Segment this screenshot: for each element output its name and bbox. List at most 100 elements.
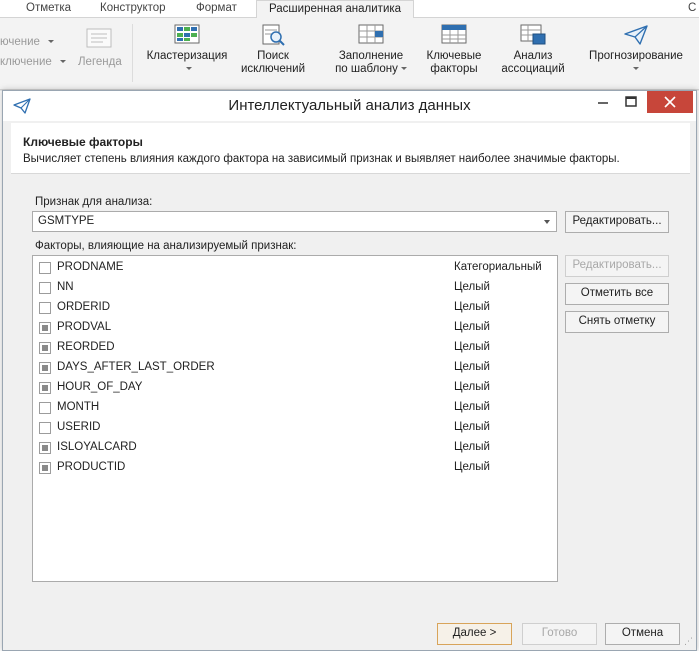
factor-type: Целый bbox=[454, 461, 490, 473]
association-icon bbox=[520, 24, 546, 45]
factor-name: MONTH bbox=[57, 401, 100, 413]
ribbon: ючение ключение Легенда Кластеризация По… bbox=[0, 18, 699, 90]
tab-format[interactable]: Формат bbox=[196, 0, 237, 18]
factor-row[interactable]: ORDERID Целый bbox=[33, 298, 555, 318]
target-label: Признак для анализа: bbox=[35, 196, 153, 208]
factor-row[interactable]: ISLOYALCARD Целый bbox=[33, 438, 555, 458]
chevron-down-icon bbox=[633, 67, 639, 71]
factor-row[interactable]: PRODNAME Категориальный bbox=[33, 258, 555, 278]
factor-type: Категориальный bbox=[454, 261, 542, 273]
factor-checkbox[interactable] bbox=[39, 382, 51, 394]
target-select-value: GSMTYPE bbox=[38, 215, 95, 227]
factor-checkbox[interactable] bbox=[39, 342, 51, 354]
legend-button[interactable]: Легенда bbox=[78, 56, 122, 68]
check-all-button[interactable]: Отметить все bbox=[565, 283, 669, 305]
clustering-label: Кластеризация bbox=[146, 50, 228, 62]
uncheck-button[interactable]: Снять отметку bbox=[565, 311, 669, 333]
cancel-button[interactable]: Отмена bbox=[605, 623, 680, 645]
resize-grip-icon[interactable]: ⋰ bbox=[684, 636, 693, 647]
factor-row[interactable]: USERID Целый bbox=[33, 418, 555, 438]
factor-checkbox[interactable] bbox=[39, 442, 51, 454]
factor-row[interactable]: MONTH Целый bbox=[33, 398, 555, 418]
factor-name: DAYS_AFTER_LAST_ORDER bbox=[57, 361, 215, 373]
factor-checkbox[interactable] bbox=[39, 362, 51, 374]
factor-name: PRODNAME bbox=[57, 261, 124, 273]
finish-button[interactable]: Готово bbox=[522, 623, 597, 645]
dialog-titlebar[interactable]: Интеллектуальный анализ данных bbox=[3, 91, 696, 121]
factor-type: Целый bbox=[454, 421, 490, 433]
factor-row[interactable]: REORDED Целый bbox=[33, 338, 555, 358]
wizard-step-description: Вычисляет степень влияния каждого фактор… bbox=[23, 153, 620, 165]
factor-row[interactable]: NN Целый bbox=[33, 278, 555, 298]
paper-plane-icon bbox=[624, 25, 648, 45]
clustering-button[interactable]: Кластеризация bbox=[144, 24, 230, 76]
factor-type: Целый bbox=[454, 361, 490, 373]
legend-label: Легенда bbox=[78, 56, 122, 68]
wizard-footer: Далее > Готово Отмена ⋰ bbox=[3, 603, 696, 650]
factor-checkbox[interactable] bbox=[39, 462, 51, 474]
factor-name: ISLOYALCARD bbox=[57, 441, 137, 453]
factor-row[interactable]: PRODUCTID Целый bbox=[33, 458, 555, 478]
ribbon-item-partial-1-label: ючение bbox=[0, 36, 40, 48]
factor-name: PRODVAL bbox=[57, 321, 112, 333]
factor-type: Целый bbox=[454, 281, 490, 293]
fill-by-pattern-label-1: Заполнение bbox=[338, 50, 404, 62]
chevron-down-icon bbox=[400, 67, 407, 71]
factor-row[interactable]: DAYS_AFTER_LAST_ORDER Целый bbox=[33, 358, 555, 378]
factor-checkbox[interactable] bbox=[39, 282, 51, 294]
factor-checkbox[interactable] bbox=[39, 422, 51, 434]
association-analysis-button[interactable]: Анализ ассоциаций bbox=[496, 24, 570, 76]
factor-type: Целый bbox=[454, 301, 490, 313]
minimize-icon bbox=[598, 102, 608, 104]
factor-type: Целый bbox=[454, 441, 490, 453]
factor-name: USERID bbox=[57, 421, 101, 433]
factor-type: Целый bbox=[454, 321, 490, 333]
factor-name: PRODUCTID bbox=[57, 461, 126, 473]
next-button[interactable]: Далее > bbox=[437, 623, 512, 645]
edit-factor-button[interactable]: Редактировать... bbox=[565, 255, 669, 277]
tab-advanced-analytics[interactable]: Расширенная аналитика bbox=[256, 0, 415, 19]
ribbon-separator bbox=[132, 24, 133, 82]
tab-mark[interactable]: Отметка bbox=[26, 0, 71, 18]
chevron-down-icon bbox=[185, 67, 192, 71]
legend-icon bbox=[86, 28, 112, 48]
factor-checkbox[interactable] bbox=[39, 322, 51, 334]
target-select[interactable]: GSMTYPE bbox=[32, 211, 557, 232]
chevron-down-icon bbox=[59, 60, 66, 64]
minimize-button[interactable] bbox=[589, 91, 617, 113]
wizard-step-title: Ключевые факторы bbox=[23, 135, 143, 149]
factor-type: Целый bbox=[454, 381, 490, 393]
key-factors-label-2: факторы bbox=[430, 63, 478, 75]
chevron-down-icon bbox=[544, 220, 550, 224]
data-mining-dialog: Интеллектуальный анализ данных Ключевые … bbox=[2, 90, 697, 651]
edit-target-button[interactable]: Редактировать... bbox=[565, 211, 669, 233]
factor-checkbox[interactable] bbox=[39, 262, 51, 274]
ribbon-item-partial-1[interactable]: ючение bbox=[0, 36, 54, 48]
tab-designer[interactable]: Конструктор bbox=[100, 0, 166, 18]
tab-cut-off[interactable]: С bbox=[688, 0, 696, 18]
factor-row[interactable]: PRODVAL Целый bbox=[33, 318, 555, 338]
factor-name: NN bbox=[57, 281, 74, 293]
key-factors-label-1: Ключевые bbox=[426, 50, 482, 62]
ribbon-item-partial-2-label: ключение bbox=[0, 56, 52, 68]
clustering-icon bbox=[174, 24, 200, 44]
chevron-down-icon bbox=[47, 40, 54, 44]
close-button[interactable] bbox=[647, 91, 693, 113]
fill-by-pattern-label-2: по шаблону bbox=[335, 63, 398, 75]
find-exceptions-button[interactable]: Поиск исключений bbox=[240, 24, 306, 76]
forecasting-label: Прогнозирование bbox=[589, 50, 683, 62]
wizard-header: Ключевые факторы Вычисляет степень влиян… bbox=[11, 123, 690, 173]
key-factors-button[interactable]: Ключевые факторы bbox=[422, 24, 486, 76]
forecasting-button[interactable]: Прогнозирование bbox=[584, 24, 688, 76]
factor-row[interactable]: HOUR_OF_DAY Целый bbox=[33, 378, 555, 398]
key-factors-icon bbox=[441, 24, 467, 44]
factor-name: REORDED bbox=[57, 341, 115, 353]
maximize-icon bbox=[625, 96, 637, 107]
factor-checkbox[interactable] bbox=[39, 302, 51, 314]
ribbon-item-partial-2[interactable]: ключение bbox=[0, 56, 66, 68]
factor-checkbox[interactable] bbox=[39, 402, 51, 414]
fill-by-pattern-button[interactable]: Заполнение по шаблону bbox=[328, 24, 414, 76]
fill-table-icon bbox=[358, 24, 384, 44]
factors-list[interactable]: PRODNAME Категориальный NN Целый ORDERID Целы… bbox=[32, 255, 558, 582]
maximize-button[interactable] bbox=[617, 91, 645, 113]
